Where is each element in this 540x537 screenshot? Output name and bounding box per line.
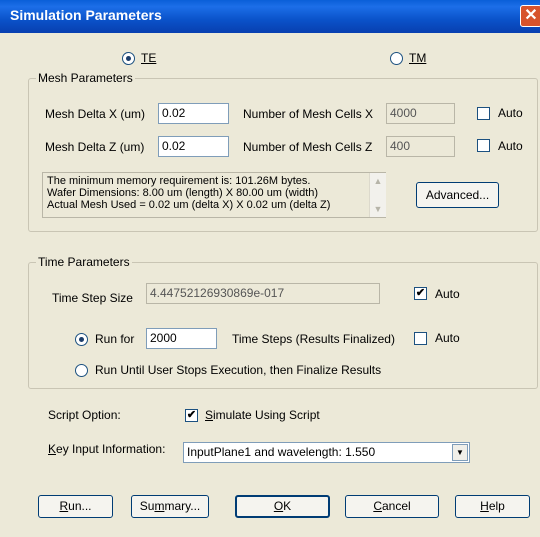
mesh-x-auto-checkbox[interactable] bbox=[477, 107, 490, 120]
script-option-label: Script Option: bbox=[48, 408, 121, 422]
mesh-z-auto-label[interactable]: Auto bbox=[498, 139, 523, 153]
help-button[interactable]: Help bbox=[455, 495, 530, 518]
key-input-select[interactable]: InputPlane1 and wavelength: 1.550 bbox=[183, 442, 470, 463]
key-input-label: Key Input Information: bbox=[48, 442, 166, 456]
info-scrollbar[interactable]: ▲ ▼ bbox=[369, 173, 386, 217]
run-button[interactable]: Run... bbox=[38, 495, 113, 518]
time-step-size-label: Time Step Size bbox=[52, 291, 133, 305]
simulation-parameters-dialog: Simulation Parameters ✕ TE TM Mesh Param… bbox=[0, 0, 540, 537]
memory-info-box: The minimum memory requirement is: 101.2… bbox=[42, 172, 386, 218]
mesh-delta-z-input[interactable]: 0.02 bbox=[158, 136, 229, 157]
time-step-auto-label[interactable]: Auto bbox=[435, 287, 460, 301]
mesh-cells-z-field: 400 bbox=[386, 136, 455, 157]
run-for-label[interactable]: Run for bbox=[95, 332, 134, 346]
info-line: The minimum memory requirement is: 101.2… bbox=[47, 175, 311, 187]
summary-button[interactable]: Summary... bbox=[131, 495, 209, 518]
run-for-radio[interactable] bbox=[75, 333, 88, 346]
mesh-parameters-label: Mesh Parameters bbox=[36, 71, 135, 85]
scroll-up-icon[interactable]: ▲ bbox=[371, 174, 385, 188]
mesh-delta-x-label: Mesh Delta X (um) bbox=[45, 107, 146, 121]
te-label[interactable]: TE bbox=[141, 51, 156, 65]
mesh-x-auto-label[interactable]: Auto bbox=[498, 106, 523, 120]
mesh-z-auto-checkbox[interactable] bbox=[477, 139, 490, 152]
mesh-delta-x-input[interactable]: 0.02 bbox=[158, 103, 229, 124]
info-line: Actual Mesh Used = 0.02 um (delta X) X 0… bbox=[47, 199, 331, 211]
run-for-auto-checkbox[interactable] bbox=[414, 332, 427, 345]
window-title: Simulation Parameters bbox=[10, 7, 162, 23]
run-until-radio[interactable] bbox=[75, 364, 88, 377]
scroll-down-icon[interactable]: ▼ bbox=[371, 202, 385, 216]
advanced-button[interactable]: Advanced... bbox=[416, 182, 499, 208]
key-input-value: InputPlane1 and wavelength: 1.550 bbox=[187, 445, 376, 459]
run-for-input[interactable]: 2000 bbox=[146, 328, 217, 349]
tm-label[interactable]: TM bbox=[409, 51, 426, 65]
close-icon[interactable]: ✕ bbox=[520, 5, 540, 27]
time-step-auto-checkbox[interactable]: ✔ bbox=[414, 287, 427, 300]
simulate-script-label[interactable]: Simulate Using Script bbox=[205, 408, 320, 422]
ok-button[interactable]: OK bbox=[235, 495, 330, 518]
time-parameters-label: Time Parameters bbox=[36, 255, 132, 269]
time-steps-label: Time Steps (Results Finalized) bbox=[232, 332, 395, 346]
simulate-script-checkbox[interactable]: ✔ bbox=[185, 409, 198, 422]
chevron-down-icon[interactable]: ▼ bbox=[452, 444, 468, 461]
mesh-cells-x-field: 4000 bbox=[386, 103, 455, 124]
cancel-button[interactable]: Cancel bbox=[345, 495, 439, 518]
time-step-size-field: 4.44752126930869e-017 bbox=[146, 283, 380, 304]
mesh-cells-x-label: Number of Mesh Cells X bbox=[243, 107, 374, 121]
mesh-delta-z-label: Mesh Delta Z (um) bbox=[45, 140, 145, 154]
info-line: Wafer Dimensions: 8.00 um (length) X 80.… bbox=[47, 187, 319, 199]
run-until-label[interactable]: Run Until User Stops Execution, then Fin… bbox=[95, 363, 381, 377]
te-radio[interactable] bbox=[122, 52, 135, 65]
title-bar[interactable]: Simulation Parameters ✕ bbox=[0, 0, 540, 33]
tm-radio[interactable] bbox=[390, 52, 403, 65]
run-for-auto-label[interactable]: Auto bbox=[435, 331, 460, 345]
mesh-cells-z-label: Number of Mesh Cells Z bbox=[243, 140, 373, 154]
